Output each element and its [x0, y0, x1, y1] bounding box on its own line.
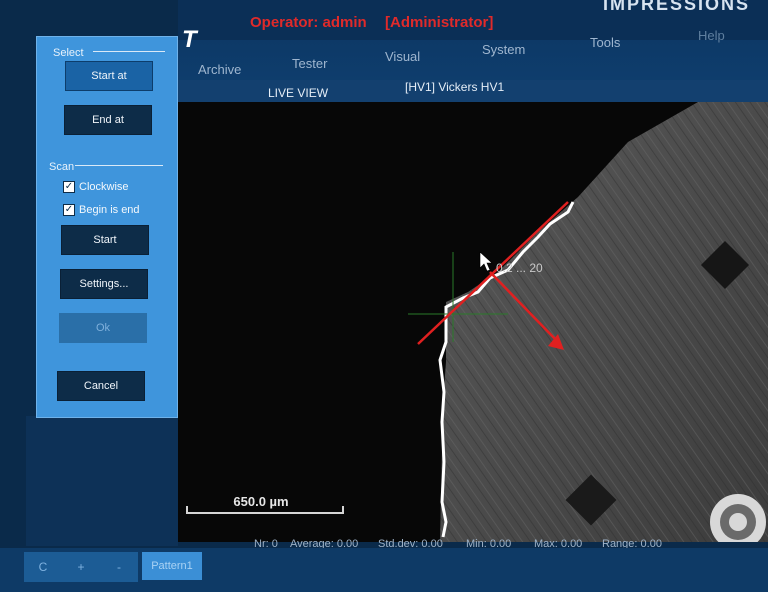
scale-line	[186, 512, 344, 514]
begin-is-end-label: Begin is end	[79, 204, 140, 216]
cancel-button[interactable]: Cancel	[57, 371, 145, 401]
operator-label: Operator: admin	[250, 14, 367, 31]
start-at-button[interactable]: Start at	[65, 61, 153, 91]
clockwise-label: Clockwise	[79, 181, 129, 193]
pattern-tab[interactable]: Pattern1	[142, 552, 202, 580]
ok-button[interactable]: Ok	[59, 313, 147, 343]
section-divider	[93, 51, 165, 52]
brand-name: IMPRESSIONS	[602, 0, 750, 14]
scale-tick	[186, 506, 188, 514]
checkbox-check-icon: ✓	[63, 204, 75, 216]
scale-value: 650.0 µm	[233, 494, 289, 509]
scan-section-label: Scan	[49, 161, 75, 173]
settings-button[interactable]: Settings...	[60, 269, 148, 299]
clear-button[interactable]: C	[24, 552, 62, 582]
begin-is-end-checkbox[interactable]: ✓ Begin is end	[63, 204, 140, 216]
start-button[interactable]: Start	[61, 225, 149, 255]
specimen-texture	[440, 102, 768, 542]
scale-tick	[342, 506, 344, 514]
scan-panel: Select Start at End at Scan ✓ Clockwise …	[36, 36, 178, 418]
test-method-label: [HV1] Vickers HV1	[405, 80, 505, 94]
end-at-button[interactable]: End at	[64, 105, 152, 135]
select-section-label: Select	[53, 47, 84, 59]
zoom-in-button[interactable]: +	[62, 552, 100, 582]
menu-system[interactable]: System	[482, 42, 525, 57]
mouse-cursor-icon	[479, 251, 493, 272]
specimen-image: 0.2 ... 20	[408, 102, 768, 542]
menu-archive[interactable]: Archive	[198, 62, 241, 77]
app-logo: T	[182, 26, 197, 53]
section-divider	[75, 165, 163, 166]
menu-visual[interactable]: Visual	[385, 49, 420, 64]
live-view-label: LIVE VIEW	[268, 86, 329, 100]
menu-tester[interactable]: Tester	[292, 56, 327, 71]
clockwise-checkbox[interactable]: ✓ Clockwise	[63, 181, 129, 193]
role-label: [Administrator]	[385, 14, 494, 31]
menu-help[interactable]: Help	[698, 28, 725, 43]
zoom-out-button[interactable]: -	[100, 552, 138, 582]
camera-view[interactable]: 0.2 ... 20	[178, 102, 768, 542]
scale-bar: 650.0 µm	[186, 494, 346, 518]
menu-tools[interactable]: Tools	[590, 35, 620, 50]
checkbox-check-icon: ✓	[63, 181, 75, 193]
overlay-label: 0.2 ... 20	[496, 261, 543, 275]
lower-panel	[26, 416, 178, 546]
